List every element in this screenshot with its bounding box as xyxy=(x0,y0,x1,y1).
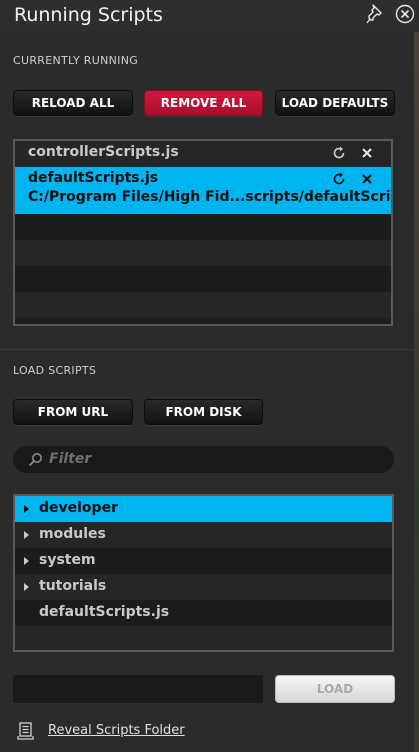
script-url-input[interactable] xyxy=(13,675,263,703)
tree-item-label: system xyxy=(39,552,96,568)
search-icon xyxy=(28,453,42,467)
section-divider xyxy=(0,349,414,350)
chevron-right-icon[interactable] xyxy=(24,557,29,565)
tree-item-label: modules xyxy=(39,526,106,542)
tree-item-modules[interactable]: modules xyxy=(15,522,392,548)
load-button[interactable]: LOAD xyxy=(275,675,395,703)
tree-item-tutorials[interactable]: tutorials xyxy=(15,574,392,600)
from-disk-button[interactable]: FROM DISK xyxy=(144,399,263,425)
close-icon[interactable] xyxy=(394,3,416,25)
scripts-tree: developer modules system tutorials defau… xyxy=(13,494,394,652)
tree-item-developer[interactable]: developer xyxy=(15,496,392,522)
remove-icon[interactable] xyxy=(360,172,374,186)
chevron-right-icon[interactable] xyxy=(24,505,29,513)
load-defaults-button[interactable]: LOAD DEFAULTS xyxy=(275,90,395,116)
empty-row xyxy=(15,214,391,240)
window-title: Running Scripts xyxy=(14,4,163,26)
chevron-right-icon[interactable] xyxy=(24,583,29,591)
filter-placeholder: Filter xyxy=(49,451,92,467)
empty-row xyxy=(15,292,391,318)
running-scripts-list: controllerScripts.js defaultScripts.js C… xyxy=(13,139,393,326)
script-path: C:/Program Files/High Fid...scripts/defa… xyxy=(28,189,391,205)
empty-row xyxy=(15,266,391,292)
filter-input[interactable]: Filter xyxy=(13,446,394,473)
remove-icon[interactable] xyxy=(360,146,374,160)
reveal-scripts-folder-link[interactable]: Reveal Scripts Folder xyxy=(16,720,196,742)
reload-all-button[interactable]: RELOAD ALL xyxy=(13,90,133,116)
script-name: controllerScripts.js xyxy=(28,144,179,160)
tree-item-label: defaultScripts.js xyxy=(39,604,170,620)
script-name: defaultScripts.js xyxy=(28,170,159,186)
from-url-button[interactable]: FROM URL xyxy=(13,399,133,425)
tree-item-label: developer xyxy=(39,500,118,516)
folder-list-icon xyxy=(17,722,34,740)
load-scripts-heading: LOAD SCRIPTS xyxy=(13,364,97,377)
reveal-scripts-folder-label: Reveal Scripts Folder xyxy=(48,723,185,738)
pin-icon[interactable] xyxy=(366,3,386,25)
reload-icon[interactable] xyxy=(332,146,346,160)
chevron-right-icon[interactable] xyxy=(24,531,29,539)
tree-item-system[interactable]: system xyxy=(15,548,392,574)
title-bar: Running Scripts xyxy=(0,0,419,32)
list-item-selected[interactable]: defaultScripts.js C:/Program Files/High … xyxy=(15,167,391,214)
list-item[interactable]: controllerScripts.js xyxy=(15,141,391,167)
tree-item-defaultscripts[interactable]: defaultScripts.js xyxy=(15,600,392,626)
currently-running-heading: CURRENTLY RUNNING xyxy=(13,54,139,67)
reload-icon[interactable] xyxy=(332,172,346,186)
remove-all-button[interactable]: REMOVE ALL xyxy=(144,90,263,116)
tree-item-label: tutorials xyxy=(39,578,107,594)
empty-row xyxy=(15,240,391,266)
empty-row xyxy=(15,626,392,650)
background-strip xyxy=(414,32,419,752)
